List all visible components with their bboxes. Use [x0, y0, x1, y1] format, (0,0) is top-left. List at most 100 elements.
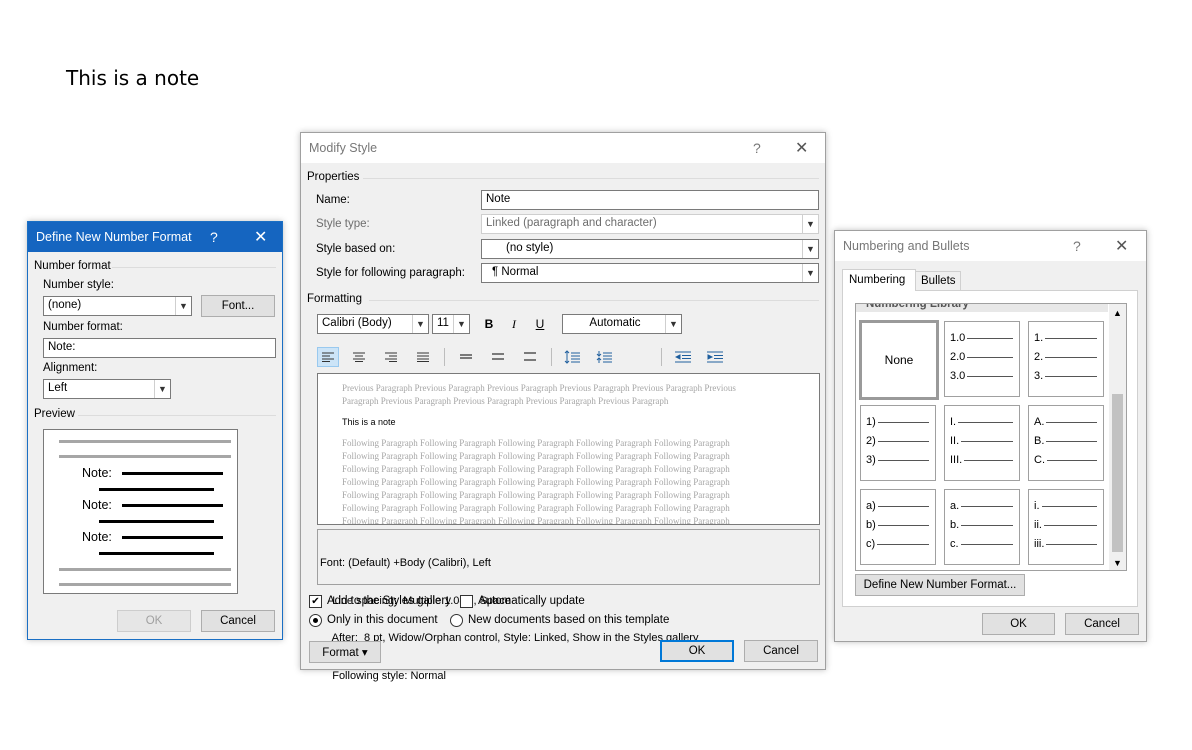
number-label: a. [950, 500, 960, 512]
tab-bullets[interactable]: Bullets [915, 271, 961, 291]
number-label: b) [866, 519, 876, 531]
number-label: 3. [1034, 370, 1044, 382]
title-bar: Numbering and Bullets ? ✕ [835, 231, 1146, 261]
decrease-indent-button[interactable] [672, 347, 694, 367]
numbering-format-option[interactable]: a. b. c. [944, 489, 1020, 565]
ok-button[interactable]: OK [117, 610, 191, 632]
justify-button[interactable] [412, 347, 434, 367]
close-icon[interactable]: ✕ [254, 227, 267, 247]
align-center-icon [353, 352, 365, 362]
numbering-format-option[interactable]: a) b) c) [860, 489, 936, 565]
document-note-text: This is a note [66, 66, 200, 90]
ok-button[interactable]: OK [982, 613, 1055, 635]
align-right-button[interactable] [380, 347, 402, 367]
cancel-button[interactable]: Cancel [744, 640, 818, 662]
number-label: A. [1034, 416, 1045, 428]
single-spacing-button[interactable] [455, 347, 477, 367]
increase-spacing-button[interactable] [561, 347, 583, 367]
number-label: iii. [1034, 538, 1045, 550]
numbering-format-option[interactable]: i. ii. iii. [1028, 489, 1104, 565]
number-format-input[interactable]: Note: [43, 338, 276, 358]
increase-indent-button[interactable] [704, 347, 726, 367]
number-label: B. [1034, 435, 1045, 447]
scrollbar[interactable]: ▲ ▼ [1109, 304, 1126, 570]
name-input[interactable]: Note [481, 190, 819, 210]
font-name-select[interactable]: Calibri (Body) ▼ [317, 314, 429, 334]
following-paragraph-select[interactable]: ¶ Normal ▼ [481, 263, 819, 283]
tab-numbering[interactable]: Numbering [842, 269, 916, 291]
help-icon[interactable]: ? [1073, 238, 1081, 254]
new-docs-radio[interactable] [450, 614, 463, 627]
decrease-spacing-button[interactable] [593, 347, 615, 367]
desc-line: After: 8 pt, Widow/Orphan control, Style… [320, 632, 699, 644]
based-on-select[interactable]: (no style) ▼ [481, 239, 819, 259]
numbering-format-option[interactable]: 1.0 2.0 3.0 [944, 321, 1020, 397]
font-button[interactable]: Font... [201, 295, 275, 317]
scroll-up-icon[interactable]: ▲ [1109, 308, 1126, 318]
cancel-button[interactable]: Cancel [1065, 613, 1139, 635]
double-spacing-button[interactable] [519, 347, 541, 367]
align-center-button[interactable] [348, 347, 370, 367]
add-gallery-checkbox[interactable]: ✔ [309, 595, 322, 608]
number-label: 2. [1034, 351, 1044, 363]
number-label: II. [950, 435, 960, 447]
only-document-radio[interactable] [309, 614, 322, 627]
preview-following-text: Following Paragraph Following Paragraph … [342, 438, 730, 525]
number-label: 2.0 [950, 351, 966, 363]
format-button[interactable]: Format ▾ [309, 641, 381, 663]
scroll-thumb[interactable] [1112, 394, 1123, 552]
underline-button[interactable]: U [529, 314, 551, 334]
numbering-format-option[interactable]: 1. 2. 3. [1028, 321, 1104, 397]
numbering-none-option[interactable]: None [859, 320, 939, 400]
number-style-select[interactable]: (none) ▼ [43, 296, 192, 316]
number-label: c) [866, 538, 876, 550]
close-icon[interactable]: ✕ [795, 138, 808, 158]
numbering-bullets-dialog: Numbering and Bullets ? ✕ Numbering Bull… [834, 230, 1147, 642]
library-header: Numbering Library [856, 304, 1108, 312]
chevron-down-icon: ▼ [453, 315, 469, 333]
ok-button[interactable]: OK [660, 640, 734, 662]
style-type-select[interactable]: Linked (paragraph and character) ▼ [481, 214, 819, 234]
alignment-label: Alignment: [43, 362, 98, 374]
help-icon[interactable]: ? [210, 229, 218, 245]
font-size-select[interactable]: 11 ▼ [432, 314, 470, 334]
cancel-button[interactable]: Cancel [201, 610, 275, 632]
modify-style-dialog: Modify Style ? ✕ Properties Name: Note S… [300, 132, 826, 682]
numbering-format-option[interactable]: 1) 2) 3) [860, 405, 936, 481]
preview-previous-text: Previous Paragraph Previous Paragraph Pr… [342, 383, 736, 406]
number-style-label: Number style: [43, 279, 114, 291]
number-label: c. [950, 538, 959, 550]
chevron-down-icon: ▼ [802, 215, 818, 233]
preview-section: Preview [34, 408, 75, 420]
chevron-down-icon: ▼ [154, 380, 170, 398]
one-half-spacing-icon [492, 353, 504, 360]
dialog-title: Numbering and Bullets [843, 239, 970, 253]
style-preview: Previous Paragraph Previous Paragraph Pr… [317, 373, 820, 525]
double-spacing-icon [524, 352, 536, 361]
numbering-format-option[interactable]: A. B. C. [1028, 405, 1104, 481]
alignment-select[interactable]: Left ▼ [43, 379, 171, 399]
align-left-button[interactable] [317, 347, 339, 367]
scroll-down-icon[interactable]: ▼ [1109, 558, 1126, 568]
only-document-label: Only in this document [327, 614, 438, 626]
help-icon[interactable]: ? [753, 140, 761, 156]
style-type-label: Style type: [316, 218, 370, 230]
preview-note-3: Note: [82, 530, 112, 544]
number-label: 1.0 [950, 332, 966, 344]
close-icon[interactable]: ✕ [1115, 236, 1128, 256]
italic-button[interactable]: I [503, 314, 525, 334]
define-new-number-format-button[interactable]: Define New Number Format... [855, 574, 1025, 596]
dialog-title: Define New Number Format [36, 230, 192, 244]
font-color-select[interactable]: Automatic ▼ [562, 314, 682, 334]
properties-section: Properties [307, 171, 360, 183]
auto-update-checkbox[interactable] [460, 595, 473, 608]
justify-icon [417, 352, 429, 362]
number-label: 3.0 [950, 370, 966, 382]
based-on-label: Style based on: [316, 243, 396, 255]
one-half-spacing-button[interactable] [487, 347, 509, 367]
preview-box: Note: Note: Note: [43, 429, 238, 594]
following-paragraph-label: Style for following paragraph: [316, 267, 465, 279]
chevron-down-icon: ▼ [802, 240, 818, 258]
bold-button[interactable]: B [478, 314, 500, 334]
numbering-format-option[interactable]: I. II. III. [944, 405, 1020, 481]
